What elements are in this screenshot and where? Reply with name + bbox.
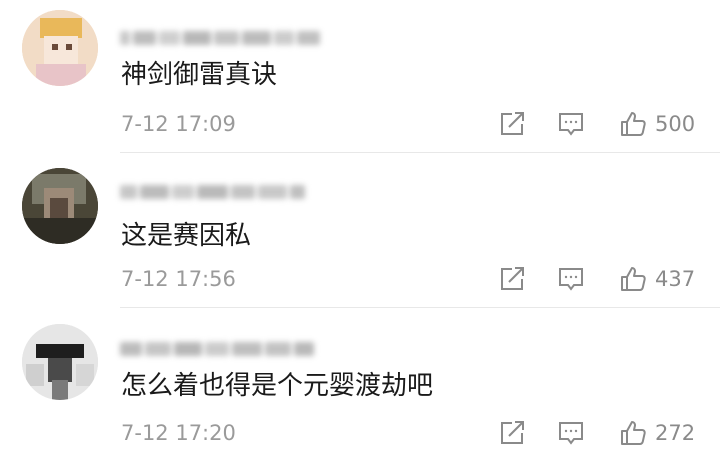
share-button[interactable] (498, 265, 526, 293)
avatar[interactable] (22, 324, 98, 400)
avatar[interactable] (22, 10, 98, 86)
comment-text: 怎么着也得是个元婴渡劫吧 (121, 371, 434, 401)
comment-time: 7-12 17:09 (121, 112, 236, 136)
comment-time: 7-12 17:20 (121, 421, 236, 445)
like-count: 272 (655, 421, 696, 445)
like-button[interactable]: 437 (619, 265, 699, 293)
username-redacted[interactable] (120, 24, 320, 52)
like-count: 437 (655, 267, 696, 291)
reply-button[interactable] (557, 110, 585, 138)
comment-text: 这是赛因私 (121, 221, 252, 251)
username-redacted[interactable] (120, 178, 305, 206)
comment-item: 这是赛因私 7-12 17:56 437 (0, 153, 720, 303)
comment-item: 怎么着也得是个元婴渡劫吧 7-12 17:20 272 (0, 309, 720, 459)
reply-icon (559, 113, 583, 136)
reply-icon (559, 422, 583, 445)
like-button[interactable]: 272 (619, 419, 699, 447)
divider (120, 307, 720, 308)
avatar[interactable] (22, 168, 98, 244)
reply-button[interactable] (557, 265, 585, 293)
share-button[interactable] (498, 419, 526, 447)
like-button[interactable]: 500 (619, 110, 699, 138)
share-icon (501, 112, 524, 135)
comment-text: 神剑御雷真诀 (121, 60, 278, 90)
comment-meta: 7-12 17:20 272 (0, 417, 720, 449)
reply-icon (559, 268, 583, 291)
thumbs-up-icon (621, 267, 646, 291)
comment-item: 神剑御雷真诀 7-12 17:09 500 (0, 0, 720, 150)
thumbs-up-icon (621, 421, 646, 445)
username-redacted[interactable] (120, 335, 315, 363)
comment-time: 7-12 17:56 (121, 267, 236, 291)
share-icon (501, 267, 524, 290)
comment-meta: 7-12 17:56 437 (0, 263, 720, 295)
thumbs-up-icon (621, 112, 646, 136)
reply-button[interactable] (557, 419, 585, 447)
like-count: 500 (655, 112, 696, 136)
share-button[interactable] (498, 110, 526, 138)
comment-meta: 7-12 17:09 500 (0, 108, 720, 140)
share-icon (501, 421, 524, 444)
